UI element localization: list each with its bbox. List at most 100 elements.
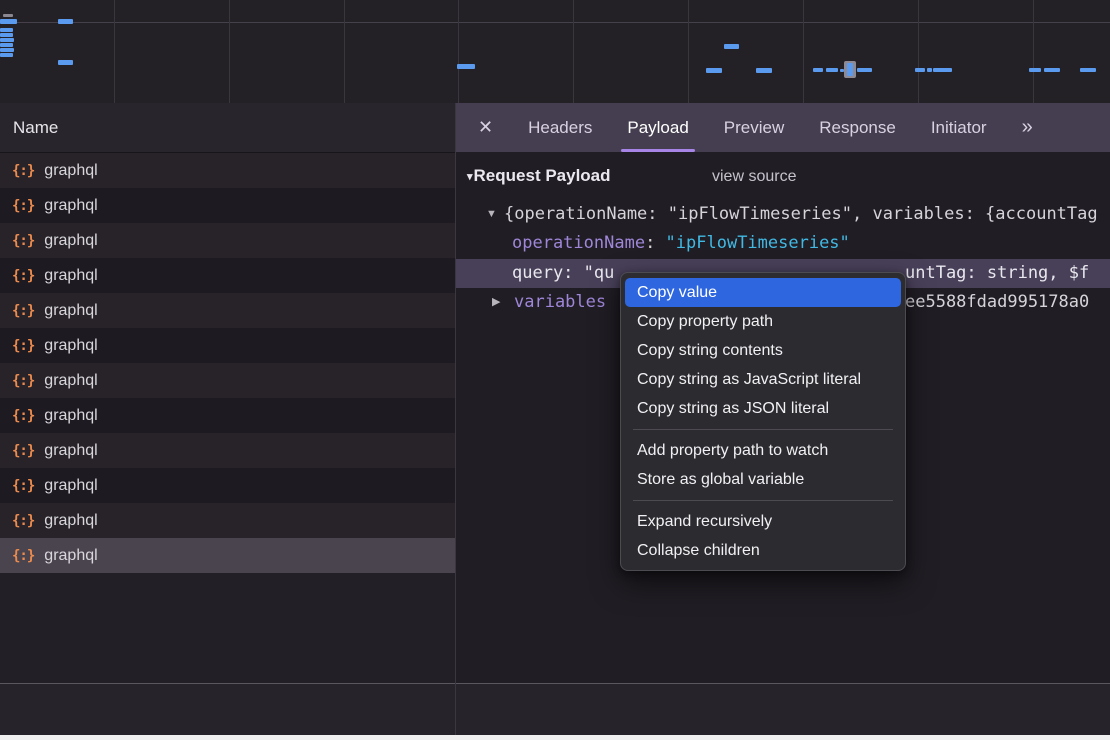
request-rows: {:} graphql {:} graphql {:} graphql {:} graphql…	[0, 153, 455, 573]
request-row-graphql[interactable]: {:}graphql	[0, 188, 455, 223]
request-row-graphql[interactable]: {:} graphql	[0, 258, 455, 293]
json-braces-icon: {:}	[12, 233, 34, 249]
variables-preview-right: ee5588fdad995178a0	[905, 288, 1089, 317]
menu-item-add-property-path-to-watch[interactable]: Add property path to watch	[625, 436, 901, 465]
request-row-graphql[interactable]: {:}graphql	[0, 433, 455, 468]
request-row-graphql[interactable]: {:}graphql	[0, 293, 455, 328]
context-menu: Copy valueCopy property pathCopy string …	[620, 272, 906, 571]
panel-divider[interactable]	[455, 103, 456, 735]
waterfall-bar	[0, 38, 14, 42]
waterfall-bar	[1044, 68, 1060, 72]
menu-item-copy-property-path[interactable]: Copy property path	[625, 307, 901, 336]
window-bottom-edge	[0, 735, 1110, 740]
request-name: graphql	[44, 407, 97, 425]
json-braces-icon: {:}	[12, 478, 34, 494]
request-row-graphql[interactable]: {:} graphql	[0, 363, 455, 398]
json-braces-icon: {:}	[12, 303, 34, 319]
network-request-list: Name {:}graphql{:}graphql{:}graphql{:}gr…	[0, 103, 455, 684]
menu-separator	[633, 429, 893, 430]
menu-item-expand-recursively[interactable]: Expand recursively	[625, 507, 901, 536]
request-row-graphql[interactable]: {:}graphql	[0, 328, 455, 363]
more-tabs-icon[interactable]: »	[1022, 116, 1033, 139]
tab-headers[interactable]: Headers	[528, 103, 592, 152]
request-name: graphql	[44, 547, 97, 565]
menu-item-collapse-children[interactable]: Collapse children	[625, 536, 901, 565]
waterfall-bar	[724, 44, 739, 49]
tree-row-preview[interactable]: ▼ {operationName: "ipFlowTimeseries", va…	[456, 200, 1110, 229]
tab-initiator[interactable]: Initiator	[931, 103, 987, 152]
waterfall-bar	[0, 48, 14, 52]
overview-gridline	[573, 0, 574, 103]
waterfall-bar	[857, 68, 872, 72]
collapse-arrow-icon: ▾	[467, 171, 473, 183]
waterfall-bar	[1029, 68, 1041, 72]
menu-item-copy-string-as-json-literal[interactable]: Copy string as JSON literal	[625, 394, 901, 423]
waterfall-bar	[3, 14, 13, 17]
overview-gridline	[918, 0, 919, 103]
request-name: graphql	[44, 267, 97, 285]
waterfall-bar	[0, 19, 17, 24]
waterfall-bar	[0, 28, 13, 32]
overview-gridline	[688, 0, 689, 103]
json-braces-icon: {:}	[12, 338, 34, 354]
expand-arrow-icon[interactable]: ▼	[486, 200, 497, 229]
request-name: graphql	[44, 162, 97, 180]
menu-separator	[633, 500, 893, 501]
menu-item-copy-string-contents[interactable]: Copy string contents	[625, 336, 901, 365]
menu-item-copy-value[interactable]: Copy value	[625, 278, 901, 307]
waterfall-bar	[0, 43, 13, 47]
overview-gridline	[803, 0, 804, 103]
waterfall-bar	[58, 60, 73, 65]
query-text-left: query: "qu	[512, 259, 614, 288]
waterfall-bar	[58, 19, 73, 24]
property-key: variables	[514, 288, 606, 317]
tab-payload[interactable]: Payload	[627, 103, 688, 152]
footer-separator	[0, 683, 1110, 684]
menu-item-copy-string-as-javascript-literal[interactable]: Copy string as JavaScript literal	[625, 365, 901, 394]
column-header-name[interactable]: Name	[0, 103, 455, 153]
overview-gridline	[229, 0, 230, 103]
selected-request-bar	[847, 63, 853, 76]
json-braces-icon: {:}	[12, 548, 34, 564]
waterfall-bar	[756, 68, 772, 73]
view-source-link[interactable]: view source	[712, 168, 796, 186]
waterfall-bar	[706, 68, 722, 73]
waterfall-bar	[0, 53, 13, 57]
request-row-graphql[interactable]: {:} graphql	[0, 468, 455, 503]
property-value: "ipFlowTimeseries"	[666, 233, 850, 253]
tab-response[interactable]: Response	[819, 103, 896, 152]
key-separator: :	[645, 233, 665, 253]
section-title: Request Payload	[474, 166, 611, 185]
waterfall-bar	[0, 33, 13, 37]
request-payload-section[interactable]: ▾Request Payload	[467, 166, 611, 186]
expand-arrow-icon[interactable]: ▶	[492, 288, 500, 317]
overview-gridline	[458, 0, 459, 103]
request-row-graphql[interactable]: {:}graphql	[0, 223, 455, 258]
request-row-graphql[interactable]: {:}graphql	[0, 153, 455, 188]
object-preview-text: {operationName: "ipFlowTimeseries", vari…	[504, 200, 1098, 229]
waterfall-bar	[813, 68, 823, 72]
json-braces-icon: {:}	[12, 513, 34, 529]
close-icon[interactable]: ✕	[478, 117, 493, 138]
waterfall-bar	[927, 68, 932, 72]
request-row-graphql[interactable]: {:}graphql	[0, 398, 455, 433]
request-row-graphql[interactable]: {:} graphql	[0, 503, 455, 538]
footer-area	[0, 684, 1110, 735]
json-braces-icon: {:}	[12, 198, 34, 214]
menu-item-store-as-global-variable[interactable]: Store as global variable	[625, 465, 901, 494]
overview-gridline	[344, 0, 345, 103]
overview-gridline-horizontal	[0, 22, 1110, 23]
property-key: operationName	[512, 233, 645, 253]
json-braces-icon: {:}	[12, 373, 34, 389]
tab-preview[interactable]: Preview	[724, 103, 784, 152]
request-row-graphql[interactable]: {:} graphql	[0, 538, 455, 573]
request-name: graphql	[44, 372, 97, 390]
query-text-right: untTag: string, $f	[905, 259, 1089, 288]
waterfall-bar	[826, 68, 838, 72]
request-name: graphql	[44, 512, 97, 530]
request-name: graphql	[44, 477, 97, 495]
tree-row-operationname[interactable]: operationName: "ipFlowTimeseries"	[456, 229, 1110, 258]
json-braces-icon: {:}	[12, 268, 34, 284]
network-overview-timeline[interactable]	[0, 0, 1110, 104]
property-text: operationName: "ipFlowTimeseries"	[512, 229, 850, 258]
